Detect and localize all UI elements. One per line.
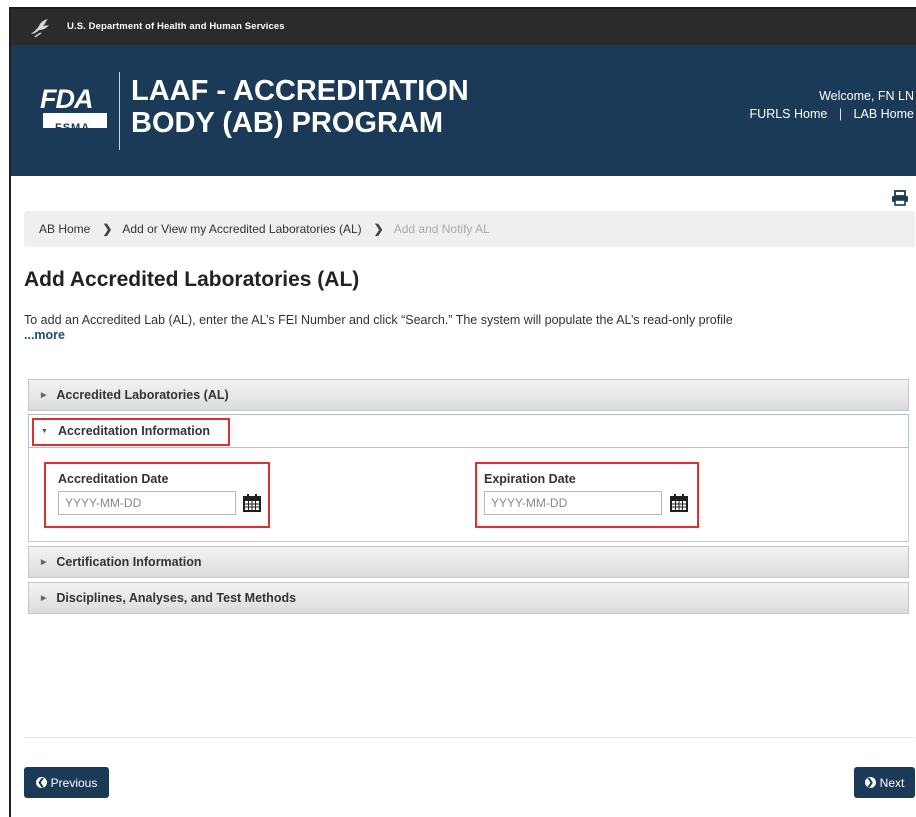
accordion-certification-info[interactable]: ▶ Certification Information [28, 546, 909, 578]
expiration-date-input[interactable] [484, 491, 662, 515]
hhs-eagle-icon [31, 19, 49, 38]
caret-right-icon: ▶ [41, 559, 47, 566]
header-divider [119, 72, 120, 150]
page-title: Add Accredited Laboratories (AL) [24, 268, 360, 291]
welcome-message: Welcome, FN LN [819, 89, 914, 103]
accreditation-date-input[interactable] [58, 491, 236, 515]
expiration-date-label: Expiration Date [484, 472, 576, 486]
accreditation-date-label: Accreditation Date [58, 472, 169, 486]
arrow-left-icon: ❮ [35, 777, 47, 788]
calendar-icon[interactable] [242, 493, 262, 513]
accordion-body: Accreditation Date Expiration Date [28, 448, 909, 542]
arrow-right-icon: ❯ [864, 777, 876, 788]
accordion-label: Certification Information [56, 555, 202, 569]
accordion-header[interactable]: ▶ Accredited Laboratories (AL) [28, 379, 909, 411]
intro-text: To add an Accredited Lab (AL), enter the… [24, 313, 733, 327]
accordion-label: Accredited Laboratories (AL) [56, 388, 229, 402]
breadcrumb: AB Home ❯ Add or View my Accredited Labo… [24, 211, 915, 247]
accordion-header[interactable]: ▼ Accreditation Information [28, 414, 909, 448]
chevron-right-icon: ❯ [373, 222, 384, 236]
previous-button[interactable]: ❮ Previous [24, 767, 109, 798]
accordion-header[interactable]: ▶ Disciplines, Analyses, and Test Method… [28, 582, 909, 614]
header-links: FURLS Home | LAB Home [750, 107, 914, 121]
breadcrumb-view-labs[interactable]: Add or View my Accredited Laboratories (… [122, 222, 361, 236]
next-button[interactable]: ❯ Next [854, 767, 915, 798]
hhs-top-bar: U.S. Department of Health and Human Serv… [11, 9, 916, 45]
chevron-right-icon: ❯ [102, 222, 113, 236]
site-header: FDA FSMA LAAF - ACCREDITATION BODY (AB) … [11, 45, 916, 176]
accordion-accredited-labs[interactable]: ▶ Accredited Laboratories (AL) [28, 379, 909, 411]
svg-text:FDA: FDA [40, 84, 93, 114]
accordion-header[interactable]: ▶ Certification Information [28, 546, 909, 578]
previous-button-label: Previous [50, 775, 98, 790]
hhs-title: U.S. Department of Health and Human Serv… [67, 21, 285, 32]
caret-right-icon: ▶ [41, 595, 47, 602]
more-link[interactable]: ...more [24, 328, 65, 342]
accordion-label: Disciplines, Analyses, and Test Methods [56, 591, 297, 605]
breadcrumb-current: Add and Notify AL [393, 222, 490, 236]
furls-home-link[interactable]: FURLS Home [750, 107, 828, 121]
calendar-icon[interactable] [669, 493, 689, 513]
fsma-logo-text: FSMA [55, 122, 91, 134]
footer-divider [24, 737, 915, 738]
highlight-box [32, 418, 230, 446]
breadcrumb-ab-home[interactable]: AB Home [39, 222, 90, 236]
printer-icon[interactable] [891, 190, 909, 206]
accordion-accreditation-info: ▼ Accreditation Information Accreditatio… [28, 414, 909, 542]
accordion-disciplines[interactable]: ▶ Disciplines, Analyses, and Test Method… [28, 582, 909, 614]
next-button-label: Next [879, 775, 905, 790]
caret-right-icon: ▶ [41, 392, 47, 399]
link-separator: | [838, 107, 843, 121]
program-title: LAAF - ACCREDITATION BODY (AB) PROGRAM [131, 75, 469, 139]
lab-home-link[interactable]: LAB Home [854, 107, 914, 121]
